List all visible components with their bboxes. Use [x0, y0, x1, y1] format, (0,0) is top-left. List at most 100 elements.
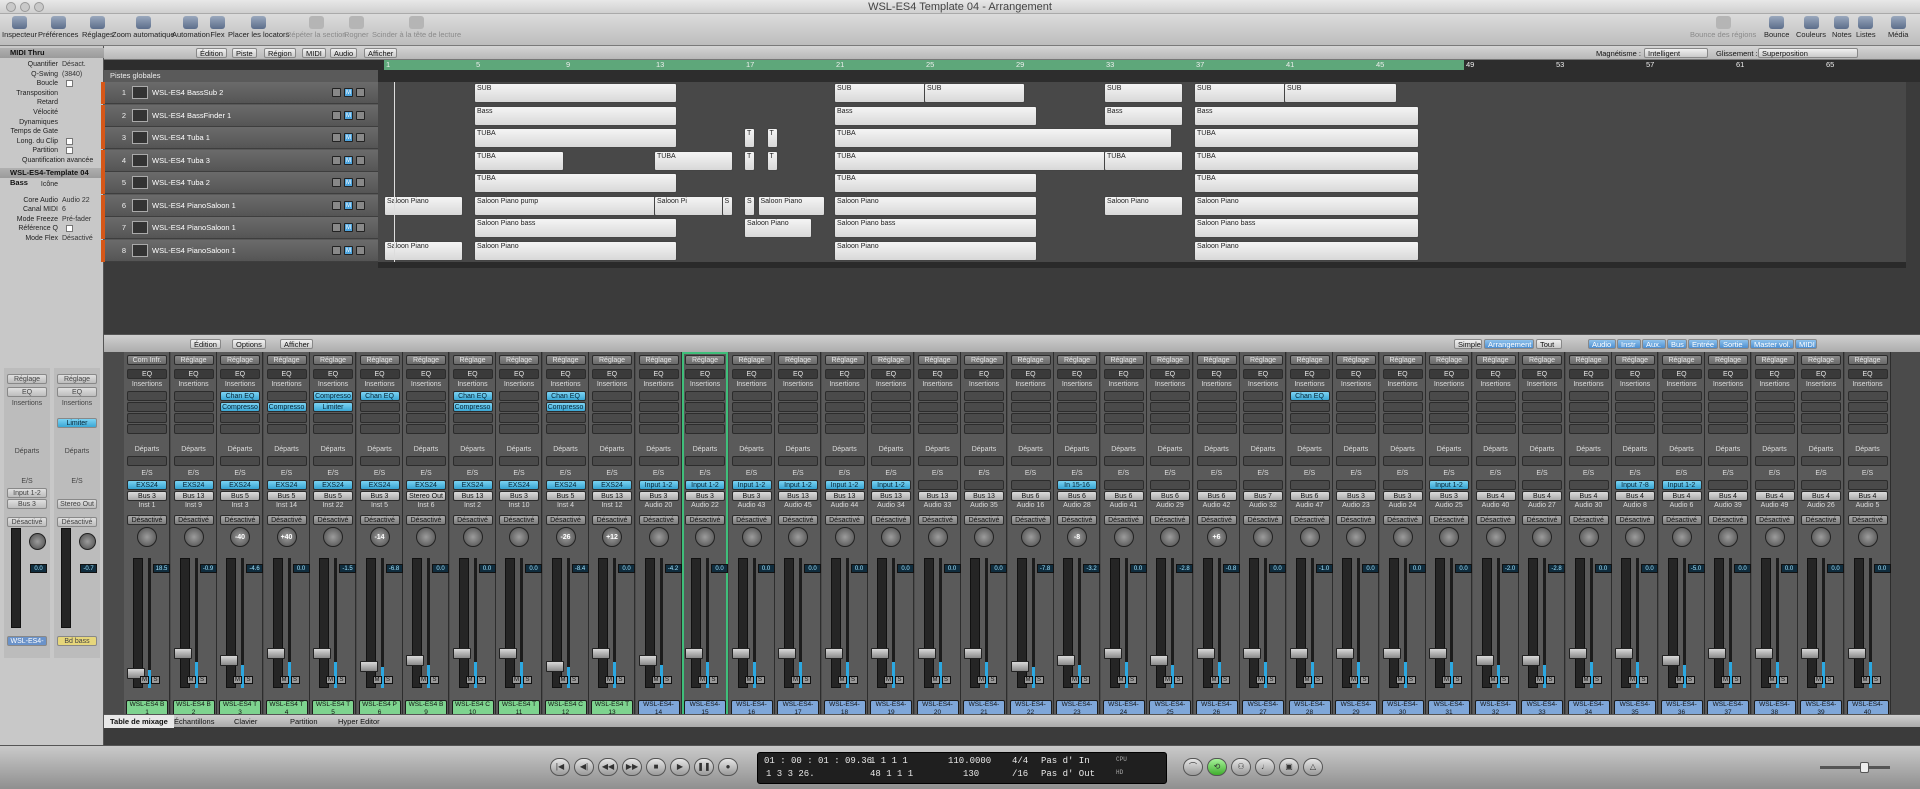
- send-slot[interactable]: [871, 456, 911, 466]
- pan-knob[interactable]: [1299, 527, 1320, 547]
- mixer-filter-6[interactable]: Master vol.: [1750, 339, 1794, 349]
- send-slot[interactable]: [406, 456, 446, 466]
- pan-knob[interactable]: [1113, 527, 1134, 547]
- empty-insert-slot[interactable]: [778, 402, 818, 412]
- send-slot[interactable]: [545, 456, 586, 466]
- pan-knob[interactable]: -8: [1067, 527, 1087, 547]
- solo-button[interactable]: M: [344, 110, 353, 120]
- empty-insert-slot[interactable]: [592, 413, 632, 423]
- empty-insert-slot[interactable]: [1568, 402, 1609, 412]
- eq-display[interactable]: EQ: [778, 369, 818, 379]
- mute-button[interactable]: [332, 223, 341, 232]
- region-param-row[interactable]: Retard: [0, 98, 104, 108]
- toolbar-right-button-5[interactable]: Média: [1888, 16, 1908, 39]
- pan-knob[interactable]: [1671, 527, 1692, 547]
- eq-display[interactable]: EQ: [499, 369, 539, 379]
- send-slot[interactable]: [1382, 456, 1423, 466]
- strip-settings-button[interactable]: Réglage: [7, 374, 47, 384]
- output-button[interactable]: Bus 4: [1615, 491, 1655, 501]
- empty-insert-slot[interactable]: [731, 424, 772, 434]
- empty-insert-slot[interactable]: [1336, 413, 1376, 423]
- send-slot[interactable]: [1289, 456, 1330, 466]
- mixer-filter-3[interactable]: Bus: [1667, 339, 1687, 349]
- empty-insert-slot[interactable]: [1847, 402, 1888, 412]
- empty-insert-slot[interactable]: [1661, 413, 1702, 423]
- strip-name-tag[interactable]: WSL-ES4- 21: [963, 700, 1005, 714]
- automation-mode-button[interactable]: Désactivé: [313, 515, 353, 525]
- mixer-menu-1[interactable]: Options: [232, 339, 266, 349]
- input-button[interactable]: EXS24: [359, 480, 400, 490]
- mute-button[interactable]: M: [419, 676, 428, 684]
- track-header[interactable]: 5 WSL-ES4 Tuba 2 M: [101, 172, 378, 194]
- strip-eq-button[interactable]: EQ: [7, 387, 47, 397]
- settings-button[interactable]: Réglage: [1150, 355, 1190, 365]
- solo-button[interactable]: S: [430, 676, 439, 684]
- mute-button[interactable]: M: [1256, 676, 1265, 684]
- empty-insert-slot[interactable]: [1429, 391, 1469, 401]
- region[interactable]: TUBA: [1194, 128, 1419, 148]
- send-slot[interactable]: [499, 456, 539, 466]
- eq-display[interactable]: EQ: [359, 369, 400, 379]
- autopunch-icon[interactable]: ⚇: [1231, 758, 1251, 776]
- plugin-slot[interactable]: Compresso: [266, 402, 307, 412]
- send-slot[interactable]: [1568, 456, 1609, 466]
- solo-button[interactable]: S: [755, 676, 765, 684]
- automation-mode-button[interactable]: Désactivé: [545, 515, 586, 525]
- region-param-row[interactable]: Transposition: [0, 89, 104, 99]
- eq-display[interactable]: EQ: [452, 369, 493, 379]
- mixer-filter-1[interactable]: Instr: [1617, 339, 1641, 349]
- region-param-row[interactable]: Quantifier Désact. (3840): [0, 60, 104, 78]
- settings-button[interactable]: Réglage: [917, 355, 958, 365]
- mixer-filter-5[interactable]: Sortie: [1719, 339, 1749, 349]
- input-button[interactable]: EXS24: [127, 480, 167, 490]
- empty-insert-slot[interactable]: [638, 424, 679, 434]
- input-button[interactable]: Input 1-2: [1661, 480, 1702, 490]
- toolbar-button-1[interactable]: Préférences: [38, 16, 78, 39]
- send-slot[interactable]: [313, 456, 353, 466]
- empty-insert-slot[interactable]: [1661, 402, 1702, 412]
- eq-display[interactable]: EQ: [1568, 369, 1609, 379]
- pan-knob[interactable]: +40: [276, 527, 297, 547]
- eq-display[interactable]: EQ: [1754, 369, 1795, 379]
- send-slot[interactable]: [964, 456, 1004, 466]
- automation-mode-button[interactable]: Désactivé: [1150, 515, 1190, 525]
- empty-insert-slot[interactable]: [824, 424, 865, 434]
- empty-insert-slot[interactable]: [1057, 402, 1097, 412]
- send-slot[interactable]: [1708, 456, 1748, 466]
- empty-insert-slot[interactable]: [1801, 413, 1841, 423]
- pan-knob[interactable]: [183, 527, 204, 547]
- empty-insert-slot[interactable]: [220, 413, 260, 423]
- pan-knob[interactable]: -40: [230, 527, 250, 547]
- output-button[interactable]: Bus 6: [1057, 491, 1097, 501]
- strip-name-tag[interactable]: WSL-ES4 T4: [265, 700, 308, 714]
- plugin-slot[interactable]: Chan EQ: [452, 391, 493, 401]
- fader-handle[interactable]: [964, 648, 982, 659]
- strip-name-tag[interactable]: WSL-ES4- 29: [1335, 700, 1377, 714]
- solo-button[interactable]: S: [1778, 676, 1788, 684]
- output-button[interactable]: Bus 13: [824, 491, 865, 501]
- strip-name-tag[interactable]: WSL-ES4- 27: [1242, 700, 1284, 714]
- empty-insert-slot[interactable]: [1010, 413, 1051, 423]
- record-enable-button[interactable]: [356, 88, 365, 97]
- automation-mode-button[interactable]: Désactivé: [1382, 515, 1423, 525]
- fader-handle[interactable]: [1103, 648, 1122, 659]
- mute-button[interactable]: M: [605, 676, 614, 684]
- automation-mode-button[interactable]: Désactivé: [1754, 515, 1795, 525]
- track-param-row[interactable]: Mode Flex Désactivé: [0, 234, 104, 244]
- fader-handle[interactable]: [731, 648, 750, 659]
- region[interactable]: Bass: [1104, 105, 1183, 126]
- solo-button[interactable]: S: [1546, 676, 1555, 684]
- region[interactable]: TUBA: [1194, 173, 1419, 193]
- output-button[interactable]: Bus 6: [1010, 491, 1051, 501]
- empty-insert-slot[interactable]: [917, 413, 958, 423]
- empty-insert-slot[interactable]: [731, 402, 772, 412]
- eq-display[interactable]: EQ: [266, 369, 307, 379]
- mute-button[interactable]: M: [698, 676, 707, 684]
- input-button[interactable]: Input 1-2: [731, 480, 772, 490]
- empty-insert-slot[interactable]: [964, 402, 1004, 412]
- snap-select[interactable]: Intelligent: [1644, 48, 1708, 58]
- empty-insert-slot[interactable]: [1196, 402, 1237, 412]
- send-slot[interactable]: [452, 456, 493, 466]
- mute-button[interactable]: M: [186, 676, 196, 684]
- fader-handle[interactable]: [1057, 654, 1075, 666]
